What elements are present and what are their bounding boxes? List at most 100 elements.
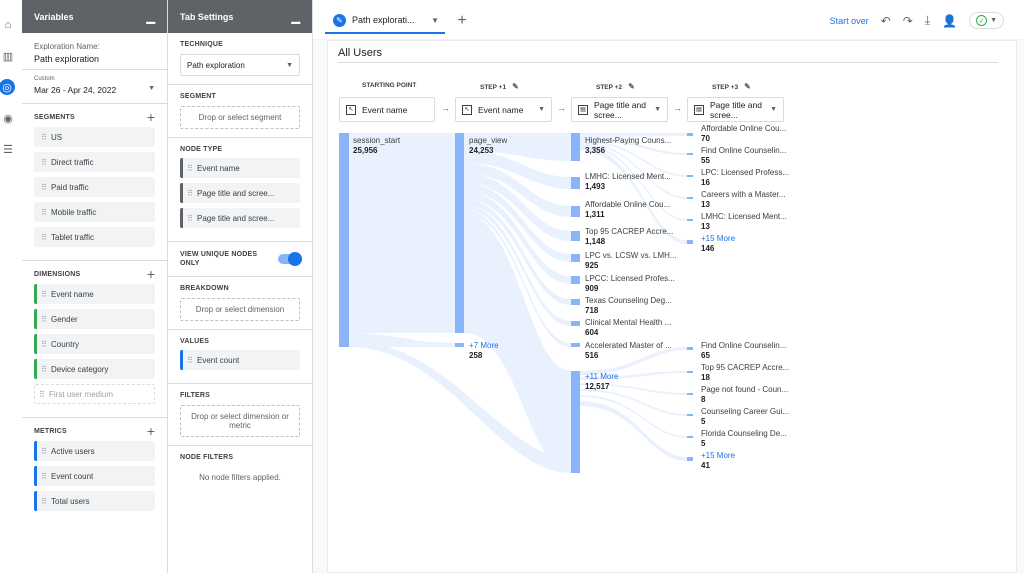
node-bar[interactable] (571, 206, 580, 217)
node-bar[interactable] (571, 177, 580, 189)
breakdown-label: BREAKDOWN (180, 285, 229, 292)
chevron-down-icon[interactable]: ▼ (148, 85, 155, 95)
segment-chip[interactable]: ⠿ US (34, 127, 155, 147)
values-chip[interactable]: ⠿ Event count (180, 350, 300, 370)
node-bar-more[interactable] (687, 457, 693, 461)
node-bar[interactable] (571, 133, 580, 161)
drag-handle-icon[interactable]: ⠿ (41, 472, 51, 481)
node-bar[interactable] (687, 393, 693, 395)
add-metric-icon[interactable]: + (147, 424, 155, 438)
more-link[interactable]: +11 More (585, 372, 618, 381)
node-bar[interactable] (571, 231, 580, 241)
node-bar[interactable] (687, 414, 693, 416)
node-bar[interactable] (687, 133, 693, 136)
node-value: 41 (701, 461, 710, 470)
node-bar[interactable] (687, 175, 693, 177)
drag-handle-icon[interactable]: ⠿ (41, 315, 51, 324)
segment-chip[interactable]: ⠿ Mobile traffic (34, 202, 155, 222)
minimize-icon[interactable]: ▁ (292, 13, 300, 24)
node-bar[interactable] (687, 197, 693, 199)
node-bar[interactable] (571, 343, 580, 347)
unique-nodes-toggle[interactable] (278, 252, 302, 266)
node-bar[interactable] (571, 299, 580, 305)
metric-chip[interactable]: ⠿ Active users (34, 441, 155, 461)
node-bar[interactable] (687, 436, 693, 438)
node-bar-more[interactable] (455, 343, 464, 347)
status-button[interactable]: ✓ ▼ (969, 12, 1004, 29)
segment-chip[interactable]: ⠿ Tablet traffic (34, 227, 155, 247)
dimension-chip[interactable]: ⠿ Event name (34, 284, 155, 304)
home-icon[interactable]: ⌂ (0, 17, 16, 33)
add-dimension-icon[interactable]: + (147, 267, 155, 281)
segment-chip[interactable]: ⠿ Direct traffic (34, 152, 155, 172)
node-bar[interactable] (687, 371, 693, 373)
node-type-chip[interactable]: ⠿ Page title and scree... (180, 183, 300, 203)
node-bar[interactable] (571, 276, 580, 284)
share-icon[interactable]: 👤 (942, 14, 957, 28)
tab-path-exploration[interactable]: ✎ Path explorati... ▼ (325, 8, 445, 34)
explore-icon[interactable]: ◎ (0, 79, 15, 95)
filters-section: FILTERS Drop or select dimension or metr… (168, 384, 312, 446)
exploration-name-input[interactable]: Path exploration (34, 54, 155, 64)
reports-icon[interactable]: ▥ (0, 48, 16, 64)
drag-handle-icon[interactable]: ⠿ (41, 233, 51, 242)
node-bar-session-start[interactable] (339, 133, 349, 347)
node-label: page_view (469, 136, 508, 145)
breakdown-section: BREAKDOWN Drop or select dimension (168, 277, 312, 330)
segment-chip[interactable]: ⠿ Paid traffic (34, 177, 155, 197)
download-icon[interactable]: ⤓ (925, 13, 930, 28)
date-range-section[interactable]: Custom Mar 26 - Apr 24, 2022 ▼ (22, 70, 167, 104)
node-bar-more[interactable] (687, 240, 693, 244)
node-bar-more[interactable] (571, 371, 580, 473)
drag-handle-icon[interactable]: ⠿ (187, 214, 197, 223)
node-bar[interactable] (687, 153, 693, 155)
dimension-chip[interactable]: ⠿ Device category (34, 359, 155, 379)
node-bar[interactable] (687, 219, 693, 221)
more-link[interactable]: +15 More (701, 234, 735, 243)
segment-drop-section: SEGMENT Drop or select segment (168, 85, 312, 138)
drag-handle-icon[interactable]: ⠿ (41, 183, 51, 192)
filters-dropzone[interactable]: Drop or select dimension or metric (180, 405, 300, 437)
dimension-chip[interactable]: ⠿ Country (34, 334, 155, 354)
segment-dropzone[interactable]: Drop or select segment (180, 106, 300, 129)
dimension-chip[interactable]: ⠿ Gender (34, 309, 155, 329)
segment-label: Mobile traffic (51, 207, 97, 217)
drag-handle-icon[interactable]: ⠿ (41, 208, 51, 217)
drag-handle-icon[interactable]: ⠿ (187, 356, 197, 365)
node-bar[interactable] (571, 254, 580, 262)
node-type-chip[interactable]: ⠿ Page title and scree... (180, 208, 300, 228)
drag-handle-icon[interactable]: ⠿ (41, 290, 51, 299)
node-value: 25,956 (353, 146, 378, 155)
chevron-down-icon: ▼ (286, 61, 293, 69)
advertising-icon[interactable]: ◉ (0, 110, 16, 126)
chevron-down-icon[interactable]: ▼ (431, 16, 439, 25)
breakdown-dropzone[interactable]: Drop or select dimension (180, 298, 300, 321)
drag-handle-icon[interactable]: ⠿ (41, 340, 51, 349)
node-bar[interactable] (571, 321, 580, 326)
drag-handle-icon[interactable]: ⠿ (187, 164, 197, 173)
node-bar-page-view[interactable] (455, 133, 464, 333)
node-bar[interactable] (687, 347, 693, 350)
more-link[interactable]: +7 More (469, 341, 499, 350)
minimize-icon[interactable]: ▁ (147, 13, 155, 24)
drag-handle-icon[interactable]: ⠿ (41, 158, 51, 167)
redo-icon[interactable]: ↷ (903, 14, 913, 28)
dimension-chip-disabled: ⠿ First user medium (34, 384, 155, 404)
metric-chip[interactable]: ⠿ Total users (34, 491, 155, 511)
drag-handle-icon[interactable]: ⠿ (187, 189, 197, 198)
drag-handle-icon[interactable]: ⠿ (41, 365, 51, 374)
start-over-button[interactable]: Start over (830, 16, 869, 26)
more-link[interactable]: +15 More (701, 451, 735, 460)
metric-label: Active users (51, 446, 95, 456)
node-value: 8 (701, 395, 706, 404)
configure-icon[interactable]: ☰ (0, 141, 16, 157)
node-type-chip[interactable]: ⠿ Event name (180, 158, 300, 178)
undo-icon[interactable]: ↶ (881, 14, 891, 28)
add-segment-icon[interactable]: + (147, 110, 155, 124)
drag-handle-icon[interactable]: ⠿ (41, 497, 51, 506)
drag-handle-icon[interactable]: ⠿ (41, 133, 51, 142)
metric-chip[interactable]: ⠿ Event count (34, 466, 155, 486)
add-tab-icon[interactable]: + (449, 8, 475, 34)
drag-handle-icon[interactable]: ⠿ (41, 447, 51, 456)
technique-select[interactable]: Path exploration ▼ (180, 54, 300, 76)
